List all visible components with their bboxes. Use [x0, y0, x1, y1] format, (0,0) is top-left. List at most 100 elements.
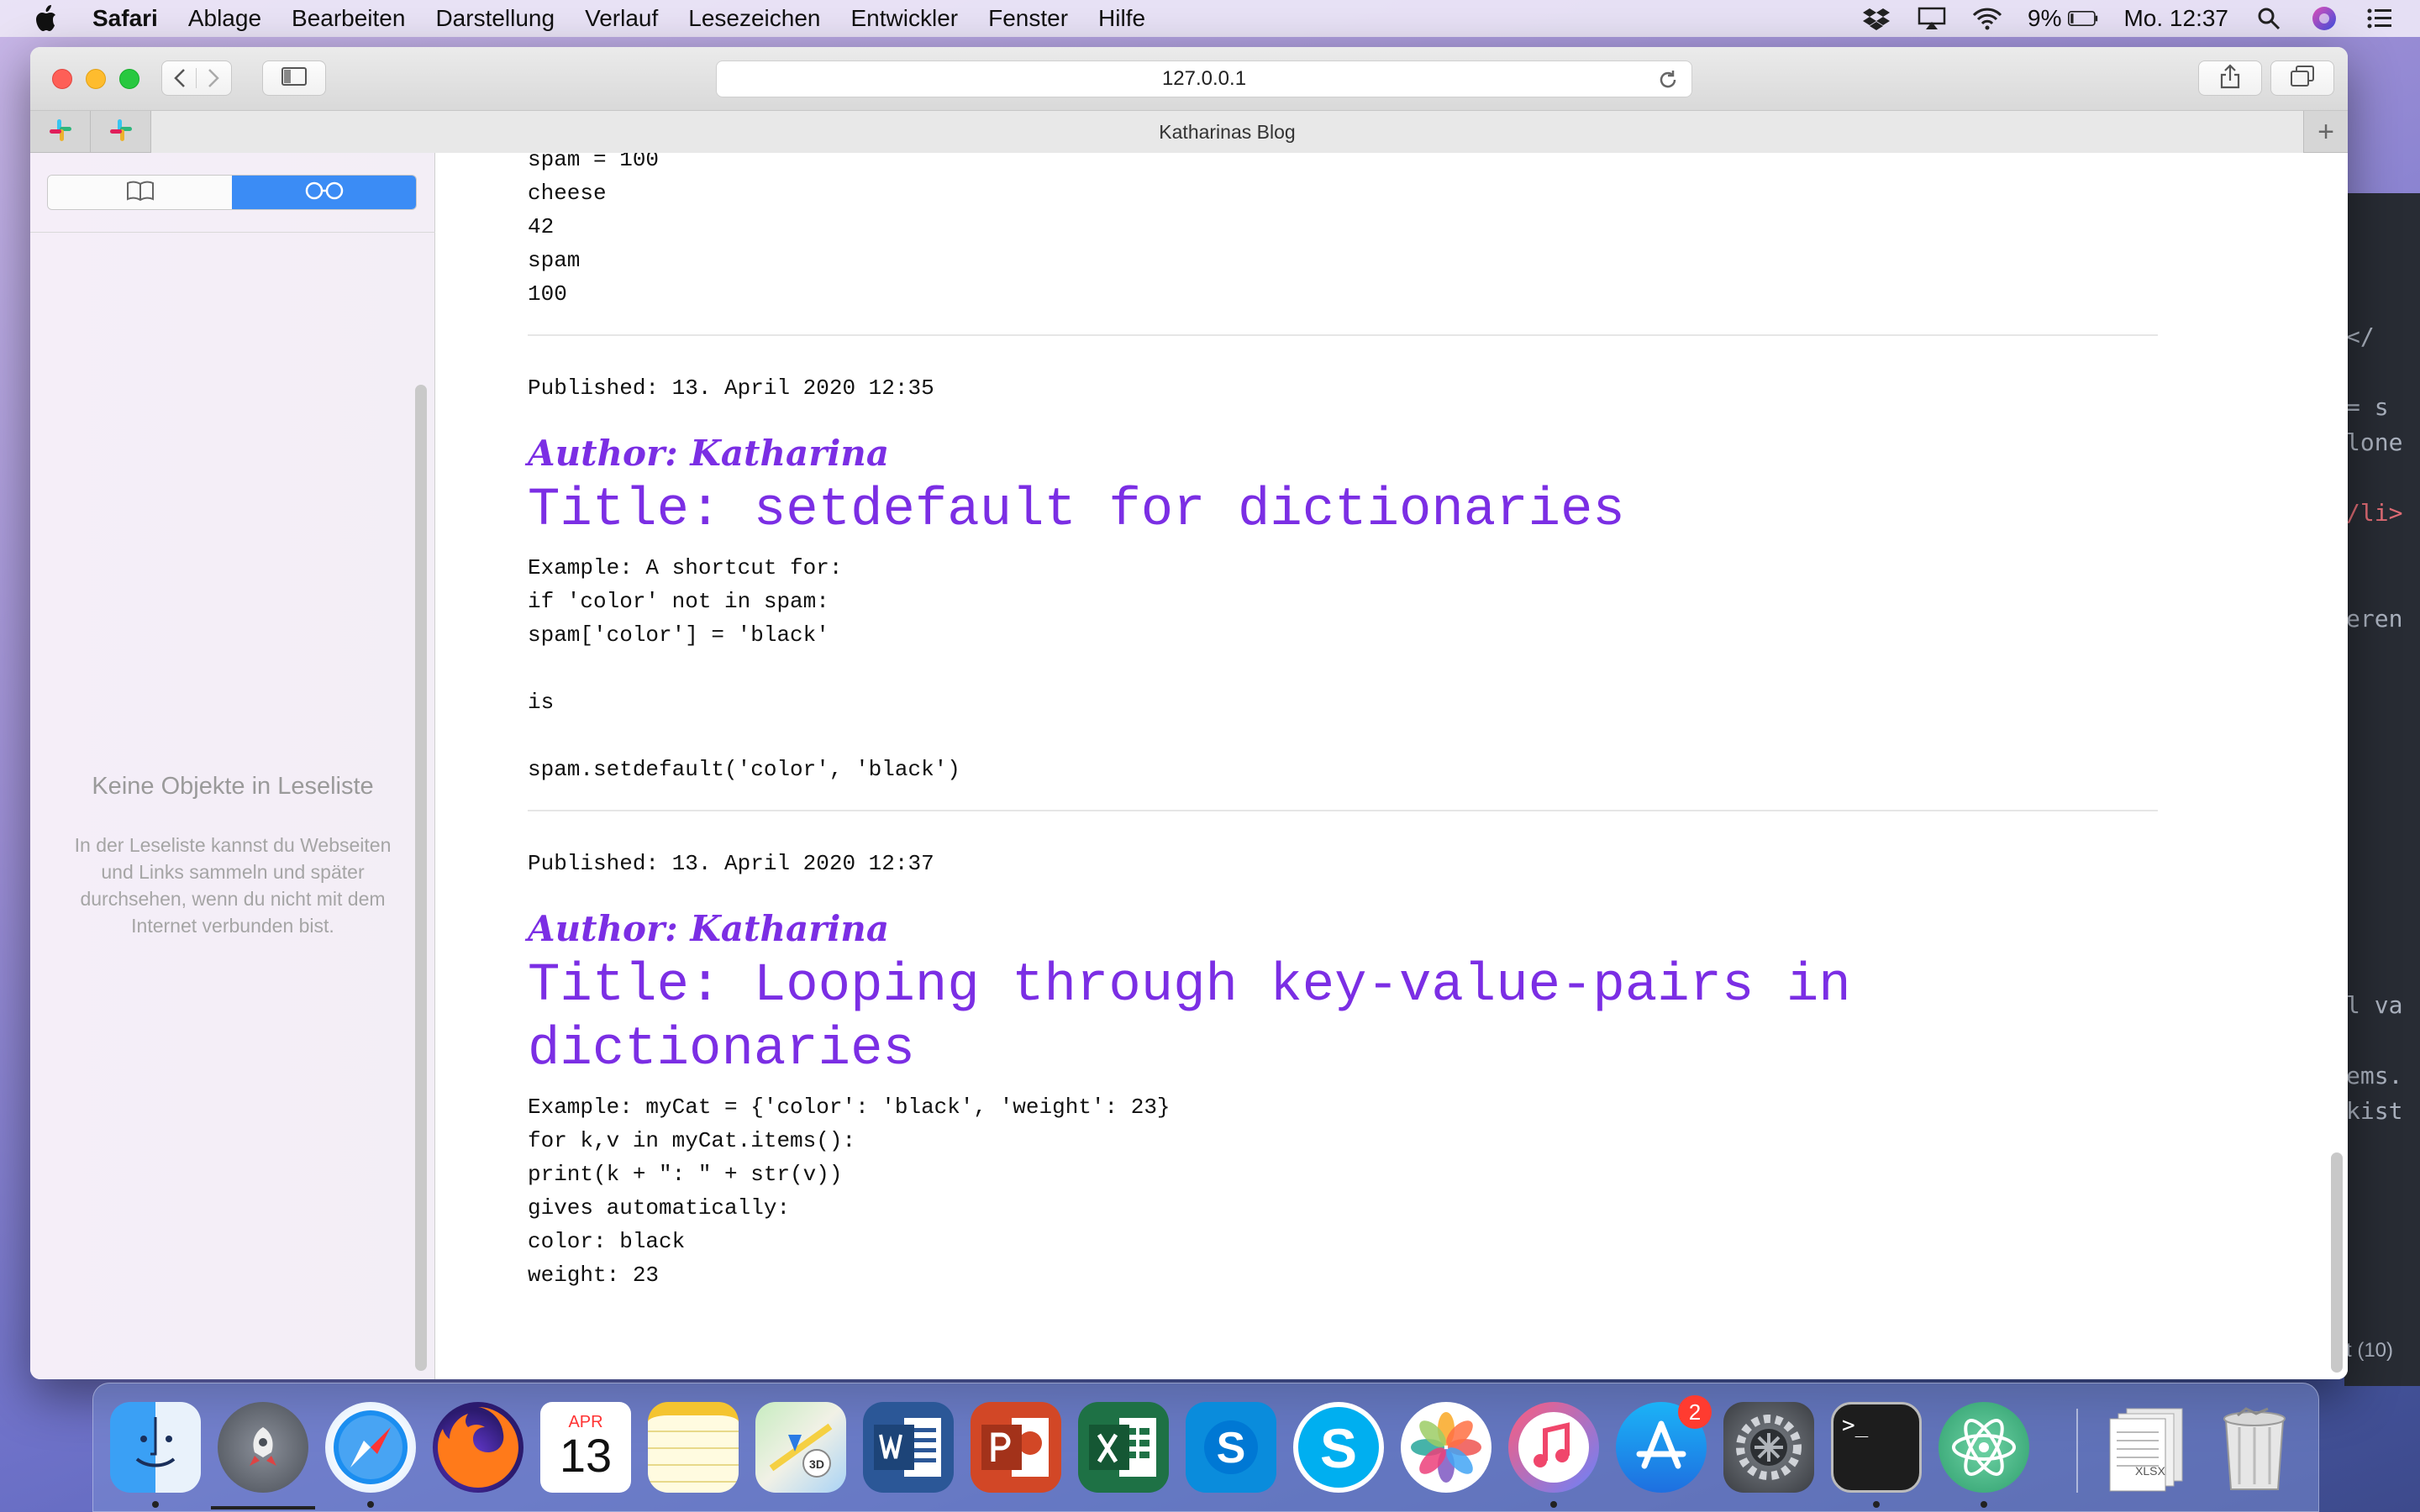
recent-documents-stack-icon[interactable]: XLSX: [2102, 1402, 2192, 1493]
book-icon: [126, 181, 155, 205]
close-window-button[interactable]: [52, 69, 72, 89]
spotlight-search-icon[interactable]: [2254, 6, 2284, 31]
menu-bearbeiten[interactable]: Bearbeiten: [292, 5, 405, 32]
safari-icon[interactable]: [325, 1402, 416, 1493]
reading-list-empty-title: Keine Objekte in Leseliste: [92, 773, 374, 800]
finder-icon[interactable]: [110, 1402, 201, 1493]
share-icon: [2220, 63, 2240, 93]
svg-text:S: S: [1217, 1424, 1246, 1473]
terminal-icon[interactable]: >_: [1831, 1402, 1922, 1493]
address-bar[interactable]: 127.0.0.1: [716, 60, 1692, 97]
wifi-icon[interactable]: [1972, 6, 2002, 31]
pinned-tab-slack[interactable]: [30, 111, 91, 153]
fullscreen-window-button[interactable]: [119, 69, 139, 89]
post-divider: [528, 334, 2158, 336]
svg-text:S: S: [1320, 1417, 1357, 1479]
siri-icon[interactable]: [2309, 6, 2339, 31]
skype-for-business-icon[interactable]: S: [1186, 1402, 1276, 1493]
apple-menu-icon[interactable]: [34, 4, 59, 33]
address-bar-url: 127.0.0.1: [1161, 67, 1247, 90]
running-indicator: [1981, 1501, 1987, 1508]
sidebar-segmented-control: [47, 175, 417, 210]
glasses-icon: [303, 181, 345, 204]
reading-list-empty-description: In der Leseliste kannst du Webseiten und…: [74, 834, 392, 937]
page-scrollbar[interactable]: [2331, 1152, 2343, 1373]
tab-katharinas-blog[interactable]: Katharinas Blog: [151, 111, 2304, 153]
airplay-icon[interactable]: [1917, 6, 1947, 31]
slack-icon: [108, 118, 134, 147]
notification-center-icon[interactable]: [2365, 6, 2395, 31]
menu-bar: Safari Ablage Bearbeiten Darstellung Ver…: [0, 0, 2420, 37]
microsoft-powerpoint-icon[interactable]: [971, 1402, 1061, 1493]
blog-post: Published: 13. April 2020 12:37 Author: …: [528, 847, 2158, 1292]
menu-app-safari[interactable]: Safari: [92, 5, 158, 32]
launchpad-selection-bar: [211, 1506, 315, 1509]
new-tab-button[interactable]: +: [2304, 111, 2348, 153]
reload-icon[interactable]: [1656, 68, 1680, 92]
post-title: Title: Looping through key-value-pairs i…: [528, 956, 1851, 1080]
sidebar-toggle-button[interactable]: [262, 60, 326, 96]
back-icon[interactable]: [163, 68, 197, 88]
file-type-label: XLSX: [2135, 1464, 2165, 1478]
photos-icon[interactable]: [1401, 1402, 1491, 1493]
minimize-window-button[interactable]: [86, 69, 106, 89]
reading-list-tab[interactable]: [232, 176, 416, 209]
sidebar-divider: [30, 232, 435, 233]
forward-icon[interactable]: [197, 68, 230, 88]
editor-line: eren: [2346, 605, 2403, 633]
running-indicator: [367, 1501, 374, 1508]
battery-icon[interactable]: [2068, 6, 2098, 31]
toolbar: 127.0.0.1: [30, 47, 2348, 111]
editor-status: t (10): [2346, 1339, 2394, 1362]
tab-overview-button[interactable]: [2270, 60, 2334, 96]
sidebar-scrollbar[interactable]: [415, 385, 427, 1371]
notes-icon[interactable]: [648, 1402, 739, 1493]
tab-title: Katharinas Blog: [1159, 120, 1296, 143]
editor-line: /li>: [2346, 499, 2403, 527]
terminal-prompt: >_: [1842, 1413, 1869, 1438]
post-content: spam = 100 cheese 42 spam 100: [528, 153, 660, 307]
sidebar-icon: [281, 66, 307, 90]
app-store-icon[interactable]: 2: [1616, 1395, 1712, 1493]
share-button[interactable]: [2198, 60, 2262, 96]
menu-lesezeichen[interactable]: Lesezeichen: [688, 5, 820, 32]
itunes-icon[interactable]: [1508, 1402, 1599, 1493]
running-indicator: [1550, 1501, 1557, 1508]
editor-line: = s: [2346, 393, 2389, 421]
web-content: spam = 100 cheese 42 spam 100 Published:…: [435, 153, 2348, 1379]
pinned-tab-slack-2[interactable]: [91, 111, 151, 153]
reading-list-sidebar: Keine Objekte in Leseliste In der Leseli…: [30, 153, 435, 1379]
clock[interactable]: Mo. 12:37: [2123, 5, 2228, 32]
calendar-icon[interactable]: APR 13: [540, 1402, 631, 1493]
menu-darstellung[interactable]: Darstellung: [435, 5, 555, 32]
menu-fenster[interactable]: Fenster: [988, 5, 1068, 32]
menu-verlauf[interactable]: Verlauf: [585, 5, 658, 32]
menu-ablage[interactable]: Ablage: [188, 5, 261, 32]
safari-window: 127.0.0.1 Katharinas Blog + Keine Objekt…: [30, 47, 2348, 1379]
atom-icon[interactable]: [1939, 1402, 2029, 1493]
menu-entwickler[interactable]: Entwickler: [851, 5, 959, 32]
microsoft-word-icon[interactable]: [863, 1402, 954, 1493]
tab-overview-icon: [2291, 65, 2314, 92]
firefox-icon[interactable]: [433, 1402, 523, 1493]
blog-posts: spam = 100 cheese 42 spam 100 Published:…: [528, 153, 2158, 1292]
launchpad-icon[interactable]: [218, 1402, 308, 1493]
dropbox-icon[interactable]: [1861, 6, 1891, 31]
skype-icon[interactable]: S: [1293, 1402, 1384, 1493]
maps-icon[interactable]: 3D: [755, 1402, 846, 1493]
trash-icon[interactable]: [2209, 1402, 2300, 1493]
dock: APR 13 3D S S 2 >_ XLSX: [92, 1383, 2319, 1512]
post-author: Author: Katharina: [528, 433, 890, 474]
bookmarks-tab[interactable]: [48, 176, 232, 209]
tab-bar: Katharinas Blog +: [30, 111, 2348, 153]
menu-hilfe[interactable]: Hilfe: [1098, 5, 1145, 32]
editor-line: kist: [2346, 1097, 2403, 1125]
system-preferences-icon[interactable]: [1723, 1402, 1814, 1493]
microsoft-excel-icon[interactable]: [1078, 1402, 1169, 1493]
slack-icon: [48, 118, 73, 147]
dock-separator: [2076, 1409, 2078, 1493]
back-forward-buttons: [161, 60, 232, 96]
post-title: Title: setdefault for dictionaries: [528, 480, 1625, 541]
post-divider: [528, 810, 2158, 811]
post-author: Author: Katharina: [528, 908, 890, 949]
